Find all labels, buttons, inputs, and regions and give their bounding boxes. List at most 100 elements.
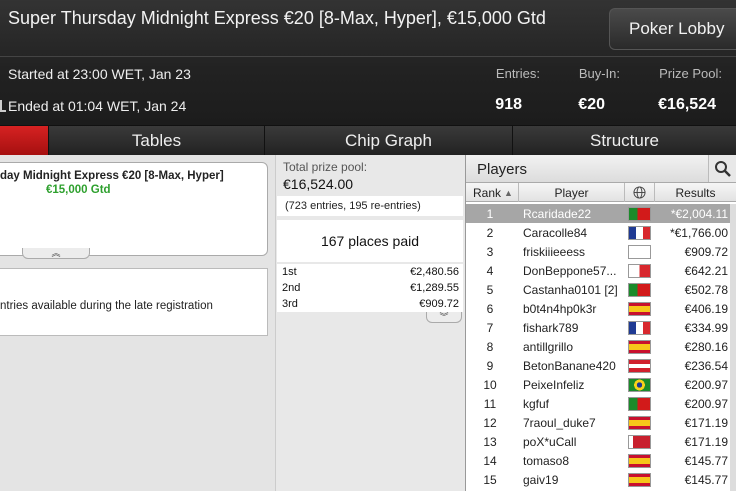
entries-note: (723 entries, 195 re-entries)	[285, 200, 421, 212]
entries-label: Entries:	[495, 66, 540, 81]
prize-pool-value: €16,524	[658, 96, 716, 113]
player-rank: 1	[486, 207, 494, 221]
player-result: €642.21	[684, 264, 728, 278]
player-row[interactable]: 14 tomaso8 €145.77	[466, 451, 736, 470]
player-name: tomaso8	[523, 454, 570, 468]
player-result: *€1,766.00	[669, 226, 728, 240]
player-row[interactable]: 10 PeixeInfeliz €200.97	[466, 375, 736, 394]
player-rank: 5	[486, 283, 494, 297]
started-time: Started at 23:00 WET, Jan 23	[8, 66, 191, 82]
rank-column-header[interactable]: Rank ▲	[466, 183, 519, 202]
player-row[interactable]: 12 7raoul_duke7 €171.19	[466, 413, 736, 432]
player-row[interactable]: 15 gaiv19 €145.77	[466, 470, 736, 489]
player-row[interactable]: 2 Caracolle84 *€1,766.00	[466, 223, 736, 242]
player-name: b0t4n4hp0k3r	[523, 302, 597, 316]
tab-structure[interactable]: Structure	[512, 126, 736, 156]
belarus-flag-icon	[628, 435, 651, 449]
france-flag-icon	[628, 226, 651, 240]
player-row[interactable]: 4 DonBeppone57... €642.21	[466, 261, 736, 280]
player-name: DonBeppone57...	[523, 264, 617, 278]
player-result: €200.97	[684, 378, 728, 392]
portugal-flag-icon	[628, 283, 651, 297]
entries-value: 918	[495, 96, 522, 113]
prize-pool-label: Prize Pool:	[659, 66, 722, 81]
player-rank: 13	[483, 435, 497, 449]
player-row[interactable]: 3 friskiiieeess €909.72	[466, 242, 736, 261]
player-row[interactable]: 7 fishark789 €334.99	[466, 318, 736, 337]
player-row[interactable]: 6 b0t4n4hp0k3r €406.19	[466, 299, 736, 318]
payout-row: 2nd €1,289.55	[277, 280, 463, 296]
player-result: €145.77	[684, 454, 728, 468]
player-result: €280.16	[684, 340, 728, 354]
tournament-title: Super Thursday Midnight Express €20 [8-M…	[8, 8, 546, 28]
ended-marker-icon	[0, 100, 6, 112]
expand-up-icon[interactable]: ︽	[22, 248, 90, 259]
player-result: €236.54	[684, 359, 728, 373]
guarantee-amount: €15,000 Gtd	[46, 184, 111, 196]
portugal-flag-icon	[628, 397, 651, 411]
player-result: €909.72	[684, 245, 728, 259]
player-result: €171.19	[684, 435, 728, 449]
spain-flag-icon	[628, 302, 651, 316]
player-rank: 6	[486, 302, 494, 316]
spain-flag-icon	[628, 454, 651, 468]
poker-lobby-button[interactable]: Poker Lobby	[609, 8, 736, 50]
player-rank: 3	[486, 245, 494, 259]
payout-list: 1st €2,480.56 2nd €1,289.55 3rd €909.72	[277, 264, 463, 312]
player-rank: 7	[486, 321, 494, 335]
header-divider	[0, 56, 736, 57]
player-name: BetonBanane420	[523, 359, 616, 373]
player-name: antillgrillo	[523, 340, 574, 354]
player-row[interactable]: 1 Rcaridade22 *€2,004.11	[466, 204, 736, 223]
player-result: €502.78	[684, 283, 728, 297]
player-rank: 15	[483, 473, 497, 487]
player-row[interactable]: 13 poX*uCall €171.19	[466, 432, 736, 451]
prize-pool-label: Total prize pool:	[283, 160, 368, 174]
tab-info[interactable]	[0, 126, 48, 156]
player-result: €145.77	[684, 473, 728, 487]
player-rank: 11	[483, 397, 497, 411]
tournament-name: day Midnight Express €20 [8-Max, Hyper]	[0, 170, 224, 182]
player-row[interactable]: 9 BetonBanane420 €236.54	[466, 356, 736, 375]
player-row[interactable]: 8 antillgrillo €280.16	[466, 337, 736, 356]
spain-flag-icon	[628, 473, 651, 487]
player-rank: 2	[486, 226, 494, 240]
player-result: *€2,004.11	[670, 207, 728, 221]
tab-chip-graph[interactable]: Chip Graph	[264, 126, 512, 156]
payout-row: 3rd €909.72	[277, 296, 463, 312]
player-name: 7raoul_duke7	[523, 416, 596, 430]
results-column-header[interactable]: Results	[655, 183, 736, 202]
player-column-header[interactable]: Player	[519, 183, 625, 202]
player-name: Caracolle84	[523, 226, 588, 240]
player-row[interactable]: 11 kgfuf €200.97	[466, 394, 736, 413]
players-column-header: Rank ▲ Player Results	[466, 183, 736, 202]
italy-flag-icon	[628, 264, 651, 278]
payout-row: 1st €2,480.56	[277, 264, 463, 280]
player-row[interactable]: 5 Castanha0101 [2] €502.78	[466, 280, 736, 299]
player-rank: 4	[486, 264, 494, 278]
player-rank: 12	[483, 416, 497, 430]
player-name: fishark789	[523, 321, 579, 335]
search-icon[interactable]	[708, 155, 736, 182]
player-result: €406.19	[684, 302, 728, 316]
player-name: kgfuf	[523, 397, 550, 411]
tab-tables[interactable]: Tables	[48, 126, 264, 156]
players-scrollbar[interactable]	[730, 204, 736, 491]
player-name: friskiiieeess	[523, 245, 586, 259]
players-title: Players	[477, 161, 528, 178]
payout-value: €2,480.56	[410, 266, 459, 278]
players-list: 1 Rcaridade22 *€2,004.11 2 Caracolle84 *€1,76…	[466, 204, 736, 491]
expand-down-icon[interactable]: ︾	[426, 312, 462, 323]
brazil-flag-icon	[628, 378, 651, 392]
player-result: €200.97	[684, 397, 728, 411]
france-flag-icon	[628, 321, 651, 335]
globe-icon[interactable]	[625, 183, 655, 202]
payout-value: €1,289.55	[410, 282, 459, 294]
player-rank: 10	[483, 378, 497, 392]
player-rank: 14	[483, 454, 497, 468]
prize-pool-total: €16,524.00	[283, 176, 354, 192]
payout-place: 1st	[282, 266, 297, 278]
player-rank: 8	[486, 340, 494, 354]
player-name: PeixeInfeliz	[523, 378, 585, 392]
player-result: €171.19	[684, 416, 728, 430]
